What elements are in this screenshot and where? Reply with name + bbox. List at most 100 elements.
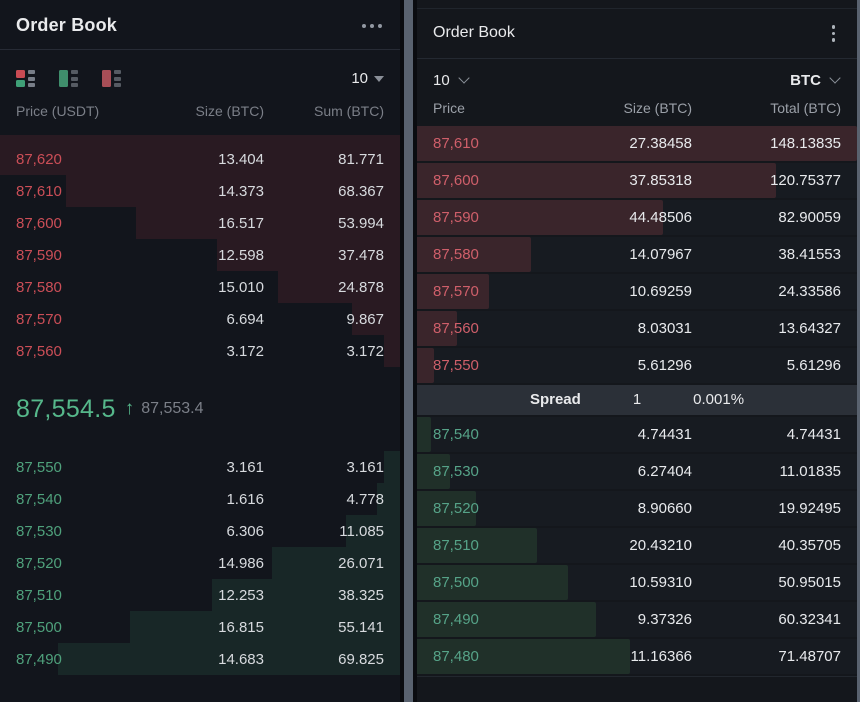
bid-price: 87,530 xyxy=(433,463,543,480)
ask-row[interactable]: 87,590 12.598 37.478 xyxy=(0,239,400,271)
ask-row[interactable]: 87,620 13.404 81.771 xyxy=(0,143,400,175)
spread-percent: 0.001% xyxy=(693,391,744,408)
ask-row[interactable]: 87,580 15.010 24.878 xyxy=(0,271,400,303)
bid-price: 87,510 xyxy=(433,537,543,554)
ask-price: 87,570 xyxy=(433,283,543,300)
bid-row[interactable]: 87,490 14.683 69.825 xyxy=(0,643,400,675)
bid-size: 12.253 xyxy=(144,587,264,604)
ask-size: 44.48506 xyxy=(543,209,692,226)
ask-depth-bar xyxy=(384,335,400,367)
ask-total: 38.41553 xyxy=(692,246,841,263)
ask-total: 82.90059 xyxy=(692,209,841,226)
ask-row[interactable]: 87,600 37.85318 120.75377 xyxy=(417,163,857,198)
ask-row[interactable]: 87,570 6.694 9.867 xyxy=(0,303,400,335)
bid-price: 87,510 xyxy=(16,587,144,604)
bid-size: 9.37326 xyxy=(543,611,692,628)
bid-price: 87,490 xyxy=(433,611,543,628)
ellipsis-vertical-icon[interactable] xyxy=(826,23,842,44)
ask-size: 12.598 xyxy=(144,247,264,264)
spread-value: 1 xyxy=(633,391,641,408)
spread-row: Spread 1 0.001% xyxy=(417,385,857,415)
caret-down-icon xyxy=(374,76,384,82)
bid-total: 19.92495 xyxy=(692,500,841,517)
ask-price: 87,550 xyxy=(433,357,543,374)
bid-depth-bar xyxy=(384,451,400,483)
bid-row[interactable]: 87,510 20.43210 40.35705 xyxy=(417,528,857,563)
ask-size: 16.517 xyxy=(144,215,264,232)
ask-row[interactable]: 87,580 14.07967 38.41553 xyxy=(417,237,857,272)
panel-resize-handle[interactable] xyxy=(404,0,413,702)
last-price-row[interactable]: 87,554.5 ↑ 87,553.4 xyxy=(0,367,400,451)
bid-row[interactable]: 87,530 6.27404 11.01835 xyxy=(417,454,857,489)
bid-sum: 4.778 xyxy=(264,491,384,508)
depth-level-value: 10 xyxy=(351,70,368,87)
bid-sum: 38.325 xyxy=(264,587,384,604)
left-column-headers: Price (USDT) Size (BTC) Sum (BTC) xyxy=(0,99,400,133)
ask-size: 3.172 xyxy=(144,343,264,360)
bid-row[interactable]: 87,500 10.59310 50.95015 xyxy=(417,565,857,600)
left-asks-list: 87,620 13.404 81.771 87,610 14.373 68.36… xyxy=(0,143,400,367)
ask-row[interactable]: 87,610 14.373 68.367 xyxy=(0,175,400,207)
combined-book-view-icon[interactable] xyxy=(16,70,37,87)
ask-row[interactable]: 87,560 3.172 3.172 xyxy=(0,335,400,367)
ask-size: 27.38458 xyxy=(543,135,692,152)
view-mode-group xyxy=(16,70,123,87)
ask-sum: 24.878 xyxy=(264,279,384,296)
bid-price: 87,480 xyxy=(433,648,543,665)
ask-sum: 37.478 xyxy=(264,247,384,264)
bid-sum: 69.825 xyxy=(264,651,384,668)
ask-price: 87,580 xyxy=(433,246,543,263)
bid-size: 8.90660 xyxy=(543,500,692,517)
ellipsis-horizontal-icon[interactable] xyxy=(360,20,384,32)
ask-row[interactable]: 87,600 16.517 53.994 xyxy=(0,207,400,239)
chevron-down-icon xyxy=(458,72,469,83)
ask-row[interactable]: 87,590 44.48506 82.90059 xyxy=(417,200,857,235)
bids-only-view-icon[interactable] xyxy=(59,70,80,87)
right-column-headers: Price Size (BTC) Total (BTC) xyxy=(417,98,857,126)
bid-row[interactable]: 87,510 12.253 38.325 xyxy=(0,579,400,611)
right-asks-list: 87,610 27.38458 148.13835 87,600 37.8531… xyxy=(417,126,857,385)
bid-price: 87,530 xyxy=(16,523,144,540)
top-divider xyxy=(417,0,857,9)
bid-row[interactable]: 87,490 9.37326 60.32341 xyxy=(417,602,857,637)
ask-sum: 81.771 xyxy=(264,151,384,168)
depth-level-value: 10 xyxy=(433,72,450,89)
ask-row[interactable]: 87,610 27.38458 148.13835 xyxy=(417,126,857,161)
bid-size: 1.616 xyxy=(144,491,264,508)
ask-row[interactable]: 87,560 8.03031 13.64327 xyxy=(417,311,857,346)
bid-size: 3.161 xyxy=(144,459,264,476)
bid-row[interactable]: 87,540 1.616 4.778 xyxy=(0,483,400,515)
bid-price: 87,520 xyxy=(433,500,543,517)
depth-level-select[interactable]: 10 xyxy=(351,70,384,87)
bid-size: 14.986 xyxy=(144,555,264,572)
bid-size: 4.74431 xyxy=(543,426,692,443)
unit-select[interactable]: BTC xyxy=(790,72,841,89)
bid-row[interactable]: 87,540 4.74431 4.74431 xyxy=(417,417,857,452)
col-price: Price xyxy=(433,100,543,116)
ask-depth-bar xyxy=(417,348,434,383)
depth-level-select[interactable]: 10 xyxy=(433,72,470,89)
ask-price: 87,560 xyxy=(433,320,543,337)
bid-row[interactable]: 87,480 11.16366 71.48707 xyxy=(417,639,857,674)
ask-row[interactable]: 87,570 10.69259 24.33586 xyxy=(417,274,857,309)
panel-gutter xyxy=(400,0,417,702)
bid-price: 87,500 xyxy=(16,619,144,636)
ask-sum: 3.172 xyxy=(264,343,384,360)
bid-price: 87,500 xyxy=(433,574,543,591)
bid-sum: 3.161 xyxy=(264,459,384,476)
asks-only-view-icon[interactable] xyxy=(102,70,123,87)
bid-row[interactable]: 87,520 14.986 26.071 xyxy=(0,547,400,579)
bid-size: 6.27404 xyxy=(543,463,692,480)
col-sum-btc: Sum (BTC) xyxy=(264,103,384,119)
ask-row[interactable]: 87,550 5.61296 5.61296 xyxy=(417,348,857,383)
bid-row[interactable]: 87,550 3.161 3.161 xyxy=(0,451,400,483)
bid-size: 14.683 xyxy=(144,651,264,668)
bid-sum: 55.141 xyxy=(264,619,384,636)
bid-row[interactable]: 87,530 6.306 11.085 xyxy=(0,515,400,547)
bid-row[interactable]: 87,500 16.815 55.141 xyxy=(0,611,400,643)
bid-total: 60.32341 xyxy=(692,611,841,628)
bid-total: 50.95015 xyxy=(692,574,841,591)
bid-row[interactable]: 87,520 8.90660 19.92495 xyxy=(417,491,857,526)
ask-total: 13.64327 xyxy=(692,320,841,337)
bid-depth-bar xyxy=(417,417,431,452)
